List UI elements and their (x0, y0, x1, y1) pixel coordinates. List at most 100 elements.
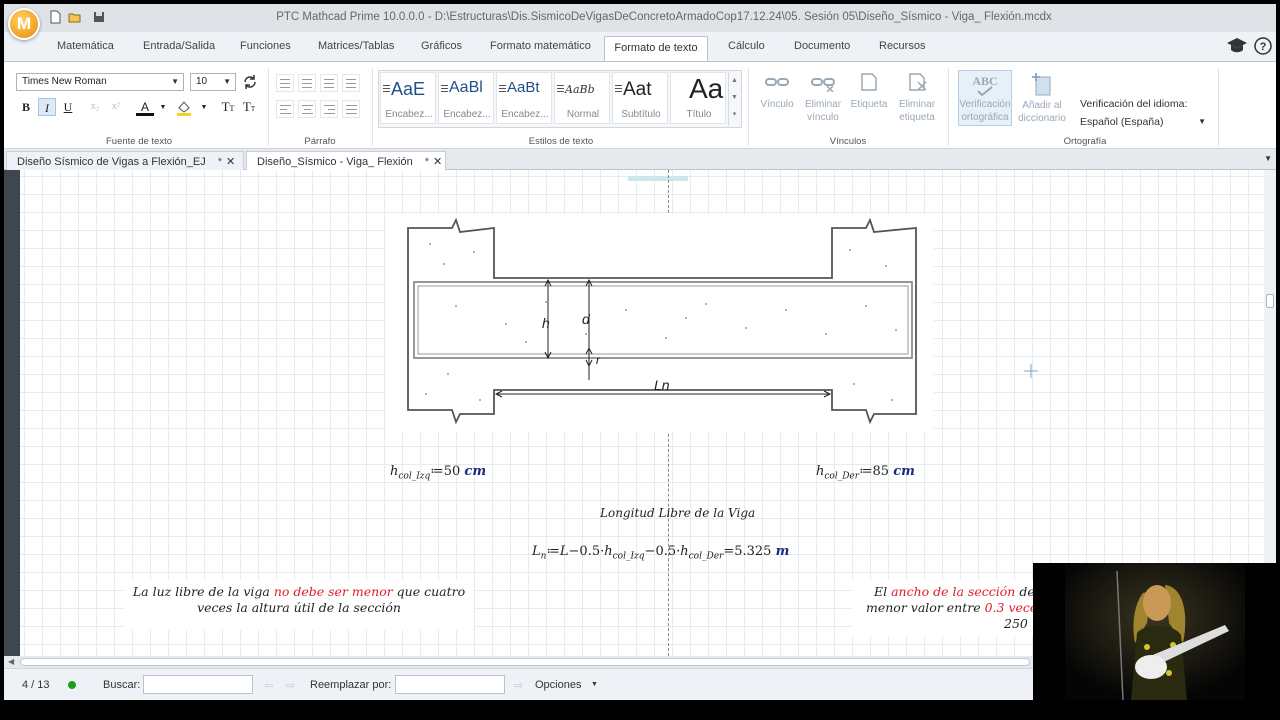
underline-button[interactable]: U (59, 98, 77, 116)
var-subscript: col_Izq (398, 471, 431, 482)
subscript-icon[interactable]: x₂ (86, 98, 104, 116)
bullet-list-icon[interactable] (276, 74, 294, 92)
find-prev-icon[interactable]: ⇦ (264, 679, 273, 692)
chevron-down-icon[interactable]: ▼ (195, 98, 213, 116)
note-luz-libre[interactable]: La luz libre de la viga no debe ser meno… (124, 580, 474, 630)
doc-tab-viga-flexion[interactable]: Diseño_Sísmico - Viga_ Flexión * ✕ (246, 151, 446, 170)
link-button[interactable]: Vínculo (754, 72, 800, 111)
scroll-left-icon[interactable]: ◀ (8, 657, 14, 666)
style-heading-2[interactable]: AaBl Encabez... (438, 72, 494, 124)
style-label: Título (686, 109, 712, 120)
chevron-up-icon[interactable]: ▲ (729, 72, 740, 89)
styles-group-label: Estilos de texto (528, 136, 594, 147)
hcol-izq-definition[interactable]: hcol_Izq≔50 cm (390, 464, 486, 482)
links-group-label: Vínculos (829, 136, 867, 147)
note-text: menor valor entre (866, 600, 985, 615)
open-folder-icon[interactable] (68, 10, 82, 24)
superscript-icon[interactable]: x² (107, 98, 125, 116)
chevron-down-icon: ▼ (1198, 117, 1206, 126)
style-label: Subtítulo (621, 109, 661, 120)
chevron-down-icon[interactable]: ▼ (729, 89, 740, 106)
search-input[interactable] (143, 675, 253, 694)
replace-icon[interactable]: ⇨ (514, 679, 523, 692)
doc-tab-title: Diseño_Sísmico - Viga_ Flexión (257, 156, 413, 168)
font-color-icon[interactable]: A (136, 98, 154, 116)
help-icon[interactable]: ? (1254, 37, 1272, 55)
italic-button[interactable]: I (38, 98, 56, 116)
chevron-down-icon[interactable]: ▼ (591, 681, 598, 688)
eq-unit: m (775, 544, 790, 559)
language-select[interactable]: Español (España) ▼ (1080, 116, 1206, 128)
modified-indicator: * (217, 156, 223, 168)
tab-matematica[interactable]: Matemática (57, 40, 114, 52)
font-name-combo[interactable]: Times New Roman ▼ (16, 73, 184, 91)
tab-matrices-tablas[interactable]: Matrices/Tablas (318, 40, 394, 52)
increase-font-icon[interactable]: TT (219, 98, 237, 116)
tab-formato-de-texto[interactable]: Formato de texto (604, 36, 708, 62)
tab-funciones[interactable]: Funciones (240, 40, 291, 52)
hcol-der-definition[interactable]: hcol_Der≔85 cm (816, 464, 915, 482)
style-sample: AaBt (507, 79, 540, 96)
remove-link-button[interactable]: Eliminar vínculo (800, 72, 846, 124)
beam-diagram[interactable]: h d r Ln (386, 214, 934, 432)
save-icon[interactable] (92, 10, 106, 24)
tag-button[interactable]: Etiqueta (846, 72, 892, 111)
style-heading-3[interactable]: AaBt Encabez... (496, 72, 552, 124)
var-value: 85 (872, 464, 890, 479)
font-size-combo[interactable]: 10 ▼ (190, 73, 236, 91)
align-right-icon[interactable] (320, 100, 338, 118)
tab-recursos[interactable]: Recursos (879, 40, 925, 52)
find-next-icon[interactable]: ⇨ (286, 679, 295, 692)
graduation-cap-icon[interactable] (1226, 36, 1248, 56)
section-heading[interactable]: Longitud Libre de la Viga (600, 506, 755, 520)
guitarist-video-frame (1065, 563, 1245, 700)
dim-label-d: d (582, 311, 591, 327)
note-text: 250 m (1004, 616, 1044, 631)
tab-entrada-salida[interactable]: Entrada/Salida (143, 40, 215, 52)
gallery-scroll[interactable]: ▲ ▼ ▾ (728, 72, 740, 126)
var-unit: cm (464, 464, 487, 479)
options-button[interactable]: Opciones (535, 679, 581, 691)
align-left-icon[interactable] (276, 100, 294, 118)
note-emphasis: no debe ser menor (273, 584, 393, 599)
tab-calculo[interactable]: Cálculo (728, 40, 765, 52)
add-to-dictionary-button[interactable]: Añadir al diccionario (1014, 72, 1070, 125)
justify-icon[interactable] (342, 100, 360, 118)
var-subscript: col_Der (824, 471, 860, 482)
note-emphasis: ancho de la sección (891, 584, 1016, 599)
tab-formato-matematico[interactable]: Formato matemático (490, 40, 591, 52)
highlight-color-icon[interactable] (176, 99, 192, 117)
bold-button[interactable]: B (17, 98, 35, 116)
numbered-list-icon[interactable] (298, 74, 316, 92)
style-title[interactable]: Aa Título (670, 72, 726, 124)
page-indicator[interactable]: 4 / 13 (22, 679, 50, 691)
dim-label-h: h (542, 315, 550, 331)
tab-documento[interactable]: Documento (794, 40, 850, 52)
tag-label: Etiqueta (850, 99, 888, 110)
replace-input[interactable] (395, 675, 505, 694)
style-label: Encabez... (501, 109, 549, 120)
decrease-font-icon[interactable]: TT (240, 98, 258, 116)
tab-graficos[interactable]: Gráficos (421, 40, 462, 52)
style-heading-1[interactable]: AaE Encabez... (380, 72, 436, 124)
ln-equation[interactable]: Ln≔L−0.5·hcol_Izq−0.5·hcol_Der=5.325 m (532, 544, 789, 562)
swap-style-icon[interactable] (242, 74, 258, 90)
increase-indent-icon[interactable] (342, 74, 360, 92)
style-normal[interactable]: AaBb Normal (554, 72, 610, 124)
chevron-down-icon[interactable]: ▼ (154, 98, 172, 116)
tab-list-icon[interactable]: ▼ (1264, 154, 1272, 163)
close-icon[interactable]: ✕ (226, 156, 235, 168)
decrease-indent-icon[interactable] (320, 74, 338, 92)
close-icon[interactable]: ✕ (433, 156, 442, 168)
mathcad-logo[interactable]: M (8, 8, 40, 40)
align-center-icon[interactable] (298, 100, 316, 118)
remove-tag-button[interactable]: Eliminar etiqueta (892, 72, 942, 124)
gallery-expand-icon[interactable]: ▾ (729, 106, 740, 123)
style-subtitle[interactable]: Aat Subtítulo (612, 72, 668, 124)
scroll-thumb[interactable] (1266, 294, 1274, 308)
new-document-icon[interactable] (48, 10, 62, 24)
doc-tab-ej[interactable]: Diseño Sísmico de Vigas a Flexión_EJ * ✕ (6, 151, 244, 170)
chevron-down-icon: ▼ (223, 77, 231, 86)
scroll-thumb[interactable] (20, 658, 1030, 666)
spell-check-button[interactable]: ABC Verificación ortográfica (958, 70, 1012, 126)
